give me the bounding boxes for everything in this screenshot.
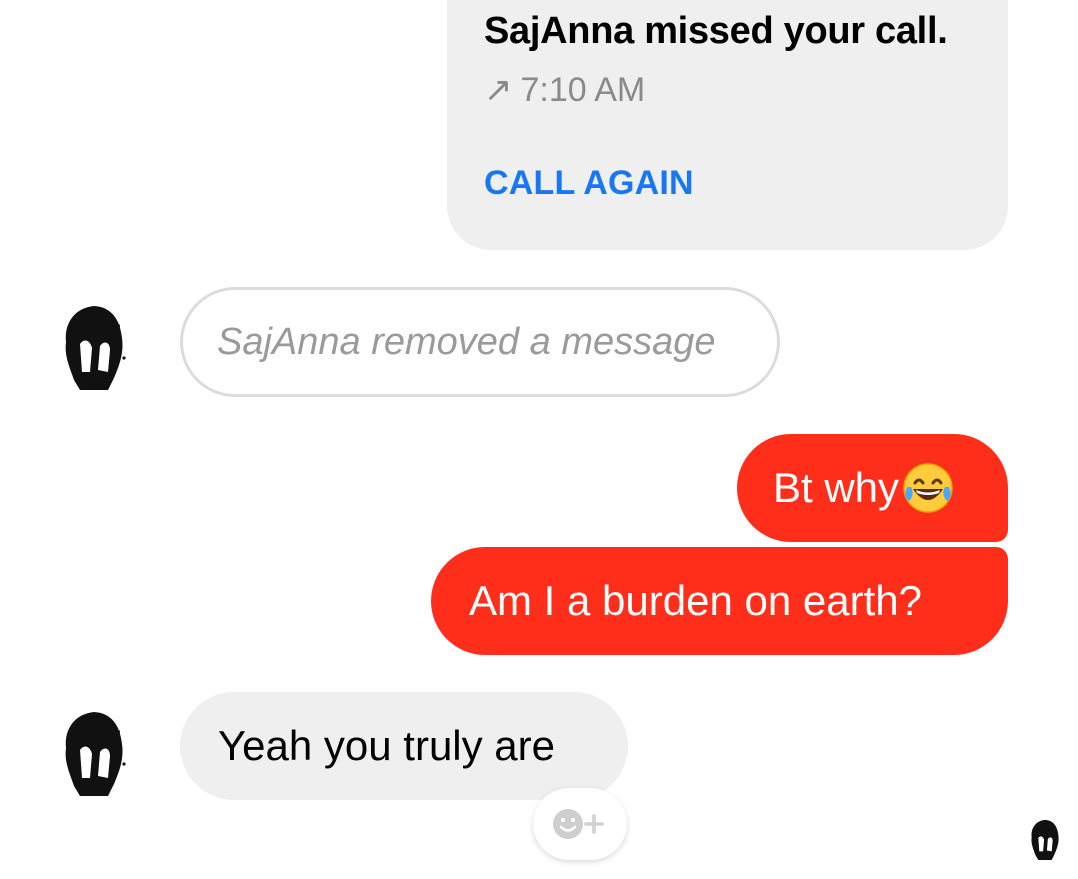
contact-avatar[interactable] <box>50 704 138 800</box>
missed-call-time: 7:10 AM <box>520 70 646 109</box>
missed-call-title: SajAnna missed your call. <box>484 10 948 52</box>
incoming-message-bubble[interactable]: Yeah you truly are <box>180 692 628 800</box>
seen-indicator-avatar <box>1024 816 1066 862</box>
outgoing-message-text: Am I a burden on earth? <box>469 577 922 624</box>
removed-message-text: SajAnna removed a message <box>217 320 716 363</box>
missed-call-meta: ↗ 7:10 AM <box>484 70 645 110</box>
removed-message-bubble[interactable]: SajAnna removed a message <box>180 287 780 397</box>
add-reaction-button[interactable] <box>533 788 627 860</box>
tears-of-joy-emoji-icon <box>901 461 955 515</box>
outgoing-message-bubble[interactable]: Am I a burden on earth? <box>431 547 1008 655</box>
contact-avatar[interactable] <box>50 298 138 394</box>
incoming-message-text: Yeah you truly are <box>218 722 556 769</box>
call-again-button[interactable]: CALL AGAIN <box>484 164 694 203</box>
add-reaction-icon <box>553 809 604 839</box>
outgoing-message-bubble[interactable]: Bt why <box>737 434 1008 542</box>
outgoing-message-text: Bt why <box>773 464 900 511</box>
outgoing-call-arrow-icon: ↗ <box>484 71 513 109</box>
